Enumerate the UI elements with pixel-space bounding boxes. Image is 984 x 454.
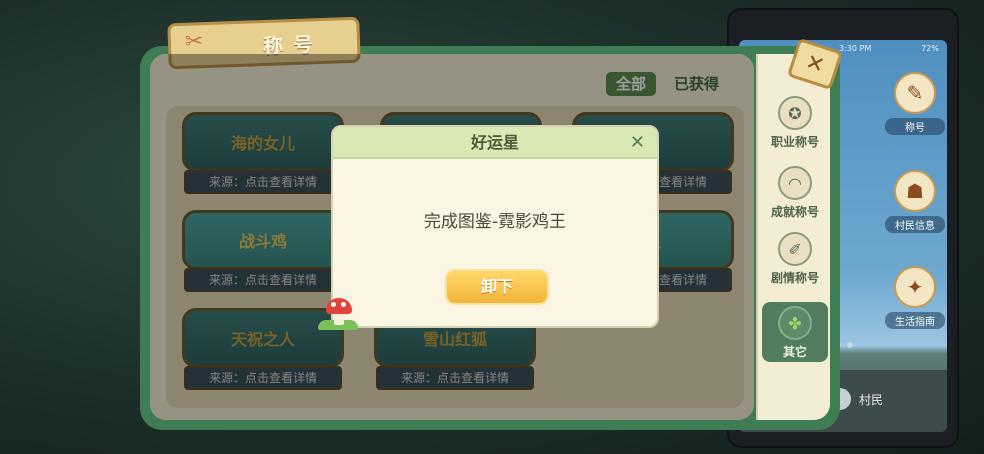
badge-icon: ✪ bbox=[778, 96, 812, 130]
scroll-icon: ✐ bbox=[778, 232, 812, 266]
category-sidebar: ✪ 职业称号 ◠ 成就称号 ✐ 剧情称号 ✤ 其它 bbox=[756, 54, 830, 420]
status-time: 3:30 PM bbox=[839, 44, 872, 53]
app-villager-info[interactable]: ☗ 村民信息 bbox=[885, 170, 945, 233]
fan-icon: ◠ bbox=[778, 166, 812, 200]
app-life-guide[interactable]: ✦ 生活指南 bbox=[885, 266, 945, 329]
sidebar-item-story[interactable]: ✐ 剧情称号 bbox=[758, 232, 832, 286]
app-label: 村民信息 bbox=[885, 216, 945, 233]
status-battery: 72% bbox=[921, 44, 939, 53]
titles-icon: ✎ bbox=[894, 72, 936, 114]
sidebar-item-other[interactable]: ✤ 其它 bbox=[762, 302, 828, 362]
clover-icon: ✤ bbox=[778, 306, 812, 340]
title-detail-dialog: 好运星 ✕ 完成图鉴-霓影鸡王 卸下 bbox=[331, 125, 659, 328]
sidebar-item-achievement[interactable]: ◠ 成就称号 bbox=[758, 166, 832, 220]
dialog-message: 完成图鉴-霓影鸡王 bbox=[423, 212, 567, 232]
app-label: 生活指南 bbox=[885, 312, 945, 329]
villager-info-icon: ☗ bbox=[894, 170, 936, 212]
unequip-button[interactable]: 卸下 bbox=[445, 269, 549, 305]
dialog-title: 好运星 bbox=[333, 127, 657, 159]
sidebar-item-label: 职业称号 bbox=[770, 135, 819, 149]
compass-icon: ✦ bbox=[894, 266, 936, 308]
close-icon[interactable]: ✕ bbox=[630, 132, 645, 153]
sidebar-item-label: 成就称号 bbox=[770, 205, 819, 219]
app-titles[interactable]: ✎ 称号 bbox=[885, 72, 945, 135]
sidebar-item-profession[interactable]: ✪ 职业称号 bbox=[758, 96, 832, 150]
app-label: 称号 bbox=[885, 118, 945, 135]
villager-label: 村民 bbox=[859, 392, 884, 407]
sidebar-item-label: 剧情称号 bbox=[770, 271, 819, 285]
mushroom-decoration-icon bbox=[318, 298, 358, 330]
close-icon: ✕ bbox=[802, 49, 828, 79]
sidebar-item-label: 其它 bbox=[782, 345, 807, 359]
